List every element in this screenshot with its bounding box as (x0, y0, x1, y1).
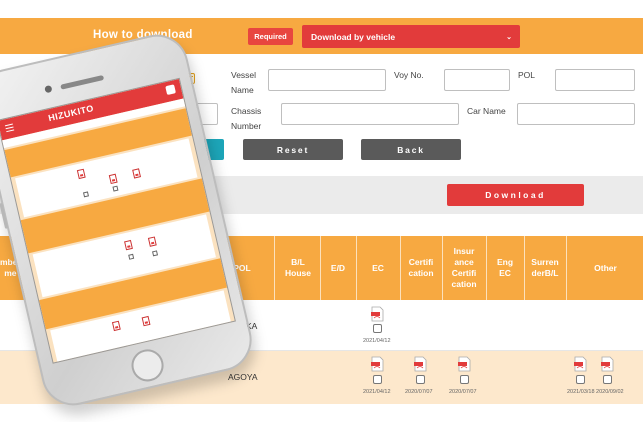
col-surrender-bl: Surren derB/L (531, 257, 559, 278)
back-button[interactable]: Back (361, 139, 461, 160)
ec-date: 2021/04/12 (363, 389, 391, 395)
phone-screen: HIZUKITO (0, 77, 236, 364)
phone-camera (44, 84, 53, 94)
phone-side-button (0, 202, 9, 229)
col-divider (524, 236, 525, 300)
ec-checkbox[interactable] (373, 375, 382, 384)
vessel-name-input[interactable] (268, 69, 386, 91)
phone-side-button (0, 171, 1, 198)
certification-checkbox[interactable] (416, 375, 425, 384)
logout-icon (165, 84, 176, 96)
col-eng-ec: Eng EC (496, 257, 514, 278)
pdf-icon[interactable] (371, 356, 384, 372)
certification-date: 2020/07/07 (405, 389, 433, 395)
pdf-icon[interactable] (414, 356, 427, 372)
pol-label: POL (518, 70, 536, 80)
ec-checkbox[interactable] (373, 324, 382, 333)
col-divider (400, 236, 401, 300)
col-divider (442, 236, 443, 300)
col-divider (566, 236, 567, 300)
ec-date: 2021/04/12 (363, 338, 391, 344)
col-ed: E/D (330, 262, 346, 273)
car-name-input[interactable] (517, 103, 635, 125)
download-button[interactable]: Download (447, 184, 584, 206)
chassis-number-label: Chassis Number (231, 106, 262, 131)
phone-speaker (60, 74, 105, 90)
col-bl-house: B/L House (285, 257, 311, 278)
required-badge: Required (248, 28, 293, 45)
col-divider (320, 236, 321, 300)
pdf-icon[interactable] (458, 356, 471, 372)
phone-home-button (128, 346, 167, 385)
reset-button[interactable]: Reset (243, 139, 343, 160)
col-other: Other (594, 262, 617, 273)
smartphone-illustration: HIZUKITO (0, 28, 258, 412)
pdf-icon[interactable] (601, 356, 614, 372)
pdf-icon[interactable] (574, 356, 587, 372)
col-certification: Certifi cation (408, 257, 434, 278)
col-divider (486, 236, 487, 300)
chevron-down-icon: ⌄ (506, 34, 512, 41)
download-method-select[interactable]: Download by vehicle ⌄ (302, 25, 520, 48)
col-divider (274, 236, 275, 300)
insurance-checkbox[interactable] (460, 375, 469, 384)
voy-no-label: Voy No. (394, 70, 424, 80)
col-ec: EC (372, 262, 384, 273)
pol-input[interactable] (555, 69, 635, 91)
other-checkbox[interactable] (576, 375, 585, 384)
col-divider (356, 236, 357, 300)
col-insurance-certification: Insur ance Certifi cation (451, 246, 477, 289)
download-method-value: Download by vehicle (311, 31, 396, 42)
car-name-label: Car Name (467, 106, 506, 116)
voy-no-input[interactable] (444, 69, 510, 91)
other-checkbox[interactable] (603, 375, 612, 384)
chassis-number-input[interactable] (281, 103, 459, 125)
vessel-name-label: Vessel Name (231, 70, 257, 95)
pdf-icon[interactable] (371, 306, 384, 322)
menu-icon (4, 123, 13, 127)
other-dates: 2021/03/18 2020/09/02 (567, 389, 624, 395)
insurance-date: 2020/07/07 (449, 389, 477, 395)
